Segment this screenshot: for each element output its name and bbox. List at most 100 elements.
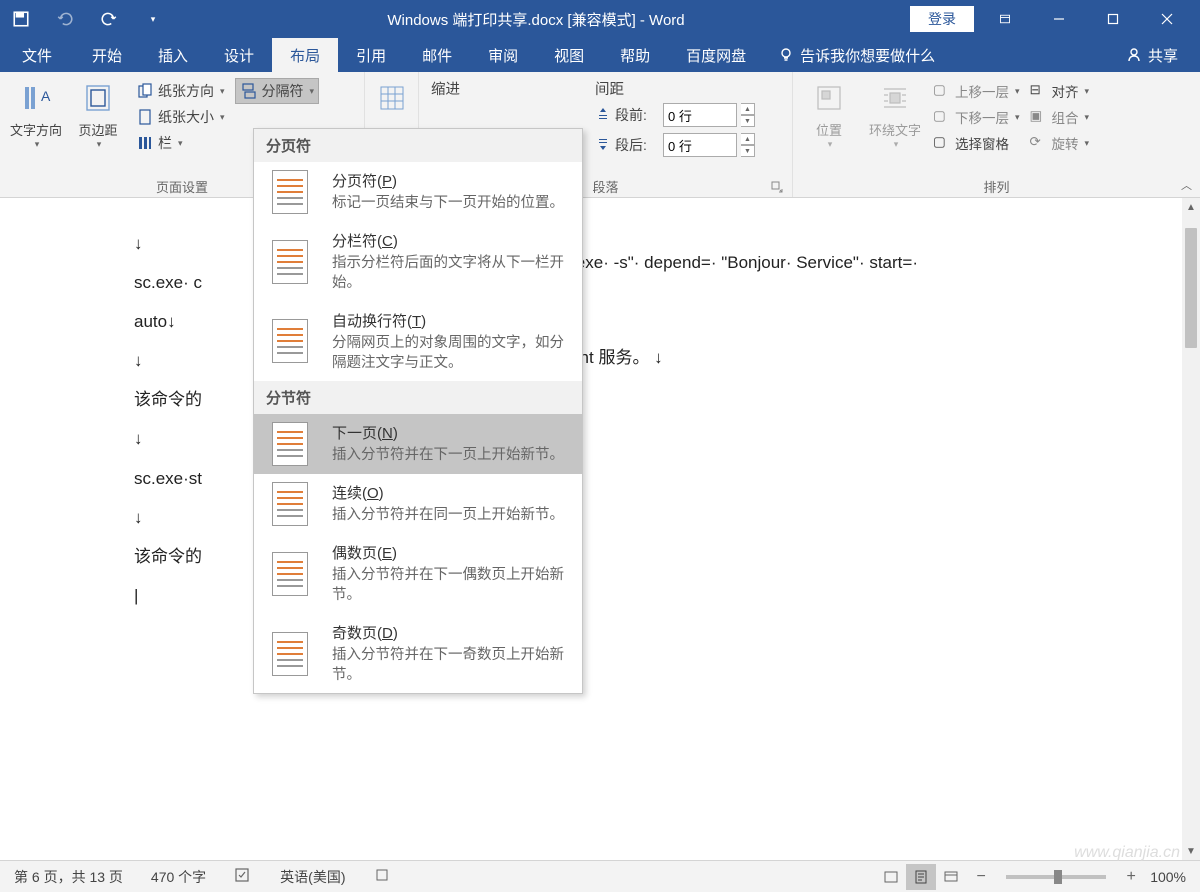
menu-item-title: 偶数页(E): [332, 542, 572, 563]
margins-label: 页边距: [78, 120, 117, 139]
margins-button[interactable]: 页边距 ▾: [70, 78, 126, 177]
break-type-icon: [264, 310, 316, 374]
tab-mailings[interactable]: 邮件: [404, 38, 470, 72]
breaks-button[interactable]: 分隔符 ▾: [235, 78, 320, 104]
chevron-down-icon: ▾: [178, 138, 183, 149]
size-button[interactable]: 纸张大小 ▾: [132, 104, 229, 130]
tab-layout[interactable]: 布局: [272, 38, 338, 72]
lightbulb-icon: [778, 47, 794, 63]
tab-insert[interactable]: 插入: [140, 38, 206, 72]
space-before-spinner[interactable]: ▲▼: [741, 103, 755, 127]
position-label: 位置: [816, 120, 842, 139]
breaks-menu-item[interactable]: 连续(O)插入分节符并在同一页上开始新节。: [254, 474, 582, 534]
share-button[interactable]: 共享: [1104, 38, 1200, 72]
zoom-slider[interactable]: [1006, 875, 1106, 879]
tab-view[interactable]: 视图: [536, 38, 602, 72]
tab-references[interactable]: 引用: [338, 38, 404, 72]
window-title: Windows 端打印共享.docx [兼容模式] - Word: [162, 9, 910, 30]
ribbon-display-icon[interactable]: [982, 0, 1028, 38]
tab-file[interactable]: 文件: [0, 38, 74, 72]
tab-baidu[interactable]: 百度网盘: [668, 38, 764, 72]
breaks-menu-item[interactable]: 分页符(P)标记一页结束与下一页开始的位置。: [254, 162, 582, 222]
send-backward-label: 下移一层: [955, 107, 1009, 127]
vertical-scrollbar[interactable]: ▲ ▼: [1182, 198, 1200, 860]
text-direction-button[interactable]: A 文字方向 ▾: [8, 78, 64, 177]
tell-me[interactable]: 告诉我你想要做什么: [764, 38, 949, 72]
menu-item-desc: 插入分节符并在下一奇数页上开始新节。: [332, 645, 572, 686]
scroll-up-icon[interactable]: ▲: [1182, 198, 1200, 216]
status-words[interactable]: 470 个字: [137, 867, 220, 887]
chevron-down-icon: ▾: [220, 86, 225, 97]
dialog-launcher-icon[interactable]: [770, 181, 784, 195]
view-web-icon[interactable]: [936, 864, 966, 890]
grid-icon: [376, 82, 408, 114]
group-label-arrange: 排列: [801, 177, 1192, 195]
close-icon[interactable]: [1144, 0, 1190, 38]
menu-item-desc: 分隔网页上的对象周围的文字，如分隔题注文字与正文。: [332, 333, 572, 374]
status-page[interactable]: 第 6 页，共 13 页: [0, 867, 137, 887]
page-breaks-heading: 分页符: [254, 129, 582, 162]
minimize-icon[interactable]: [1036, 0, 1082, 38]
space-after-spinner[interactable]: ▲▼: [741, 133, 755, 157]
orientation-button[interactable]: 纸张方向 ▾: [132, 78, 229, 104]
breaks-label: 分隔符: [262, 81, 304, 101]
breaks-dropdown: 分页符 分页符(P)标记一页结束与下一页开始的位置。分栏符(C)指示分栏符后面的…: [253, 128, 583, 694]
status-language[interactable]: 英语(美国): [266, 867, 359, 887]
zoom-out-icon[interactable]: −: [966, 864, 996, 890]
zoom-level[interactable]: 100%: [1146, 869, 1200, 885]
menu-item-title: 连续(O): [332, 482, 572, 503]
redo-icon[interactable]: [100, 10, 118, 28]
zoom-knob[interactable]: [1054, 870, 1062, 884]
status-macro-icon[interactable]: [360, 867, 404, 886]
break-type-icon: [264, 622, 316, 686]
login-button[interactable]: 登录: [910, 6, 974, 32]
chevron-down-icon: ▾: [894, 139, 899, 150]
space-after-input[interactable]: [663, 133, 737, 157]
qat-customize-icon[interactable]: ▾: [144, 10, 162, 28]
space-before-input[interactable]: [663, 103, 737, 127]
tab-home[interactable]: 开始: [74, 38, 140, 72]
view-focus-icon[interactable]: [876, 864, 906, 890]
wrap-text-button: 环绕文字 ▾: [867, 78, 923, 177]
wrap-text-icon: [879, 82, 911, 114]
rotate-icon: ⟳: [1030, 134, 1048, 152]
break-type-icon: [264, 542, 316, 606]
tell-me-label: 告诉我你想要做什么: [800, 45, 935, 66]
columns-icon: [136, 134, 154, 152]
selection-pane-button[interactable]: ▢选择窗格: [933, 130, 1020, 156]
undo-icon[interactable]: [56, 10, 74, 28]
columns-button[interactable]: 栏 ▾: [132, 130, 229, 156]
zoom-in-icon[interactable]: +: [1116, 864, 1146, 890]
tab-review[interactable]: 审阅: [470, 38, 536, 72]
breaks-menu-item[interactable]: 分栏符(C)指示分栏符后面的文字将从下一栏开始。: [254, 222, 582, 302]
breaks-menu-item[interactable]: 偶数页(E)插入分节符并在下一偶数页上开始新节。: [254, 534, 582, 614]
scroll-thumb[interactable]: [1185, 228, 1197, 348]
collapse-ribbon-icon[interactable]: ︿: [1181, 177, 1192, 193]
scroll-down-icon[interactable]: ▼: [1182, 842, 1200, 860]
align-button[interactable]: ⊟对齐▾: [1030, 78, 1090, 104]
margins-icon: [82, 82, 114, 114]
chevron-down-icon: ▾: [35, 139, 40, 150]
breaks-menu-item[interactable]: 奇数页(D)插入分节符并在下一奇数页上开始新节。: [254, 614, 582, 694]
view-print-icon[interactable]: [906, 864, 936, 890]
breaks-menu-item[interactable]: 自动换行符(T)分隔网页上的对象周围的文字，如分隔题注文字与正文。: [254, 302, 582, 382]
save-icon[interactable]: [12, 10, 30, 28]
bring-forward-icon: ▢: [933, 82, 951, 100]
breaks-menu-item[interactable]: 下一页(N)插入分节符并在下一页上开始新节。: [254, 414, 582, 474]
group-objects-label: 组合: [1052, 107, 1079, 127]
align-icon: ⊟: [1030, 82, 1048, 100]
chevron-down-icon: ▾: [828, 139, 833, 150]
status-proofing-icon[interactable]: [220, 866, 266, 887]
break-type-icon: [264, 422, 316, 466]
titlebar: ▾ Windows 端打印共享.docx [兼容模式] - Word 登录: [0, 0, 1200, 38]
spacing-header: 间距: [595, 78, 755, 100]
tab-help[interactable]: 帮助: [602, 38, 668, 72]
doc-fragment: print.exe· -s"· depend=· "Bonjour· Servi…: [538, 243, 918, 282]
tab-design[interactable]: 设计: [206, 38, 272, 72]
document-area[interactable]: ↓ sc.exe· c auto↓ ↓ 该命令的 ↓ sc.exe·st ↓ 该…: [0, 198, 1200, 860]
statusbar: 第 6 页，共 13 页 470 个字 英语(美国) − + 100%: [0, 860, 1200, 892]
share-label: 共享: [1148, 45, 1178, 66]
chevron-down-icon: ▾: [97, 139, 102, 150]
maximize-icon[interactable]: [1090, 0, 1136, 38]
position-button: 位置 ▾: [801, 78, 857, 177]
